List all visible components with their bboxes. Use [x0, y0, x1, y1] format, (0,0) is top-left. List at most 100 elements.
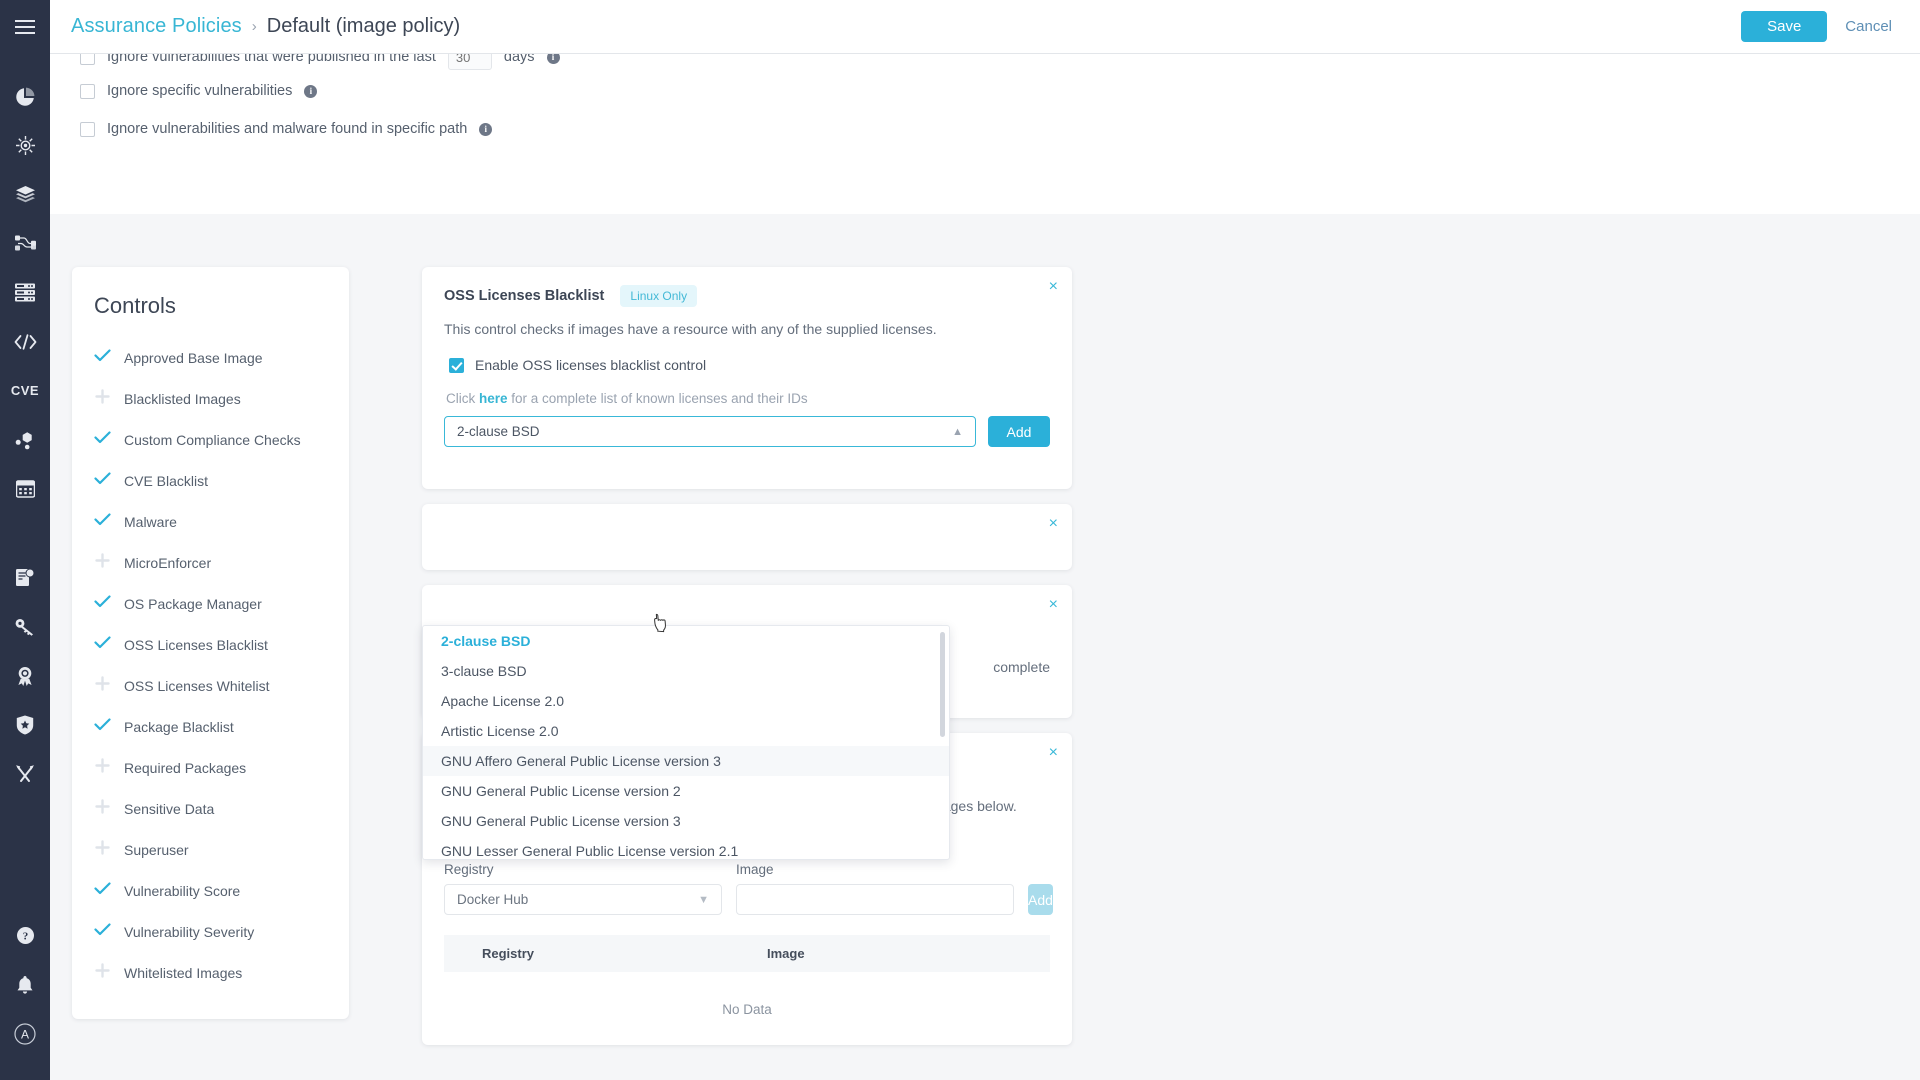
control-item-package-blacklist[interactable]: Package Blacklist	[72, 706, 349, 747]
control-item-microenforcer[interactable]: MicroEnforcer	[72, 542, 349, 583]
calendar-icon[interactable]	[0, 464, 50, 513]
control-item-label: Malware	[124, 513, 177, 530]
control-item-required-packages[interactable]: Required Packages	[72, 747, 349, 788]
shield-star-icon[interactable]	[0, 700, 50, 749]
control-item-oss-licenses-whitelist[interactable]: OSS Licenses Whitelist	[72, 665, 349, 706]
top-bar-actions: Save Cancel	[1741, 11, 1920, 42]
registry-select-value: Docker Hub	[457, 892, 529, 907]
close-icon[interactable]: ×	[1049, 745, 1058, 761]
enable-oss-blacklist-label: Enable OSS licenses blacklist control	[475, 357, 707, 373]
cve-icon-label: CVE	[10, 383, 40, 398]
close-icon[interactable]: ×	[1049, 597, 1058, 613]
license-option[interactable]: Artistic License 2.0	[423, 716, 949, 746]
hint-prefix: Click	[446, 391, 479, 406]
control-item-vulnerability-severity[interactable]: Vulnerability Severity	[72, 911, 349, 952]
enable-oss-blacklist-checkbox[interactable]	[449, 357, 464, 373]
control-item-whitelisted-images[interactable]: Whitelisted Images	[72, 952, 349, 993]
workflow-icon[interactable]	[0, 219, 50, 268]
close-icon[interactable]: ×	[1049, 279, 1058, 295]
control-item-malware[interactable]: Malware	[72, 501, 349, 542]
control-item-blacklisted-images[interactable]: Blacklisted Images	[72, 378, 349, 419]
check-icon	[94, 716, 111, 738]
chevron-up-icon: ▲	[952, 425, 963, 438]
pie-chart-icon[interactable]	[0, 72, 50, 121]
help-circle-icon[interactable]: ?	[0, 911, 50, 960]
control-item-approved-base-image[interactable]: Approved Base Image	[72, 337, 349, 378]
tools-icon[interactable]	[0, 749, 50, 798]
license-option[interactable]: GNU General Public License version 2	[423, 776, 949, 806]
control-item-label: MicroEnforcer	[124, 554, 212, 571]
license-option[interactable]: Apache License 2.0	[423, 686, 949, 716]
cancel-button[interactable]: Cancel	[1845, 18, 1892, 35]
code-brackets-icon[interactable]	[0, 317, 50, 366]
registry-select[interactable]: Docker Hub ▼	[444, 884, 722, 915]
add-license-button[interactable]: Add	[988, 416, 1050, 447]
license-options-list: 2-clause BSD 3-clause BSD Apache License 2…	[423, 626, 949, 859]
card-description: This control checks if images have a res…	[444, 321, 937, 337]
license-option[interactable]: GNU General Public License version 3	[423, 806, 949, 836]
user-avatar-icon[interactable]: A	[0, 1009, 50, 1058]
control-item-label: Package Blacklist	[124, 718, 234, 735]
control-item-label: OS Package Manager	[124, 595, 262, 612]
control-item-custom-compliance-checks[interactable]: Custom Compliance Checks	[72, 419, 349, 460]
breadcrumb: Assurance Policies › Default (image poli…	[50, 15, 460, 38]
award-badge-icon[interactable]	[0, 651, 50, 700]
bell-icon[interactable]	[0, 960, 50, 1009]
add-base-image-button[interactable]: Add	[1028, 884, 1053, 915]
image-input[interactable]	[736, 884, 1014, 915]
ignore-published-last-checkbox[interactable]	[80, 54, 95, 65]
info-icon[interactable]: i	[546, 54, 560, 64]
control-item-vulnerability-score[interactable]: Vulnerability Score	[72, 870, 349, 911]
image-label: Image	[736, 862, 774, 877]
check-icon	[94, 880, 111, 902]
enable-oss-blacklist-row: Enable OSS licenses blacklist control	[449, 357, 1050, 373]
registry-label: Registry	[444, 862, 494, 877]
license-option[interactable]: GNU Affero General Public License versio…	[423, 746, 949, 776]
cve-icon[interactable]: CVE	[0, 366, 50, 415]
card-title: OSS Licenses Blacklist	[444, 288, 605, 304]
control-item-os-package-manager[interactable]: OS Package Manager	[72, 583, 349, 624]
plus-icon	[94, 757, 111, 779]
control-item-label: Custom Compliance Checks	[124, 431, 301, 448]
filter-row-specific-vulnerabilities: Ignore specific vulnerabilities i	[80, 72, 1920, 110]
control-item-label: OSS Licenses Whitelist	[124, 677, 270, 694]
main-content: Ignore vulnerabilities that were publish…	[50, 54, 1920, 1080]
ignore-published-days-input[interactable]	[447, 54, 492, 70]
breadcrumb-parent-link[interactable]: Assurance Policies	[71, 15, 242, 38]
controls-panel: Controls Approved Base Image Blacklisted …	[72, 267, 349, 1019]
license-option[interactable]: 3-clause BSD	[423, 656, 949, 686]
control-item-sensitive-data[interactable]: Sensitive Data	[72, 788, 349, 829]
control-item-oss-licenses-blacklist[interactable]: OSS Licenses Blacklist	[72, 624, 349, 665]
check-icon	[94, 470, 111, 492]
license-option[interactable]: GNU Lesser General Public License versio…	[423, 836, 949, 859]
info-icon[interactable]: i	[304, 84, 318, 98]
license-options-dropdown[interactable]: 2-clause BSD 3-clause BSD Apache License 2…	[422, 625, 950, 860]
network-nodes-icon[interactable]	[0, 415, 50, 464]
license-select[interactable]: 2-clause BSD ▲	[444, 416, 976, 447]
check-icon	[94, 593, 111, 615]
layers-icon[interactable]	[0, 170, 50, 219]
control-item-cve-blacklist[interactable]: CVE Blacklist	[72, 460, 349, 501]
ignore-specific-vulnerabilities-checkbox[interactable]	[80, 83, 95, 99]
control-item-superuser[interactable]: Superuser	[72, 829, 349, 870]
license-list-link[interactable]: here	[479, 391, 508, 406]
ignore-filters-section: Ignore vulnerabilities that were publish…	[50, 54, 1920, 148]
hamburger-menu-icon[interactable]	[0, 0, 50, 54]
license-select-value: 2-clause BSD	[457, 424, 540, 439]
document-certificate-icon[interactable]	[0, 553, 50, 602]
control-item-label: Sensitive Data	[124, 800, 215, 817]
ignore-specific-vulnerabilities-label: Ignore specific vulnerabilities	[107, 83, 293, 99]
key-icon[interactable]	[0, 602, 50, 651]
dropdown-scrollbar-thumb[interactable]	[940, 632, 945, 737]
ignore-specific-path-checkbox[interactable]	[80, 121, 95, 137]
card-obscured-behind-dropdown: ×	[422, 504, 1072, 570]
save-button[interactable]: Save	[1741, 11, 1828, 42]
license-option[interactable]: 2-clause BSD	[423, 626, 949, 656]
bug-shield-icon[interactable]	[0, 121, 50, 170]
table-header-image: Image	[747, 935, 1050, 972]
controls-panel-title: Controls	[94, 293, 176, 318]
info-icon[interactable]: i	[479, 122, 493, 136]
server-stack-icon[interactable]	[0, 268, 50, 317]
close-icon[interactable]: ×	[1049, 516, 1058, 532]
approved-base-image-form: Registry Docker Hub ▼ Image Add	[444, 862, 1053, 915]
